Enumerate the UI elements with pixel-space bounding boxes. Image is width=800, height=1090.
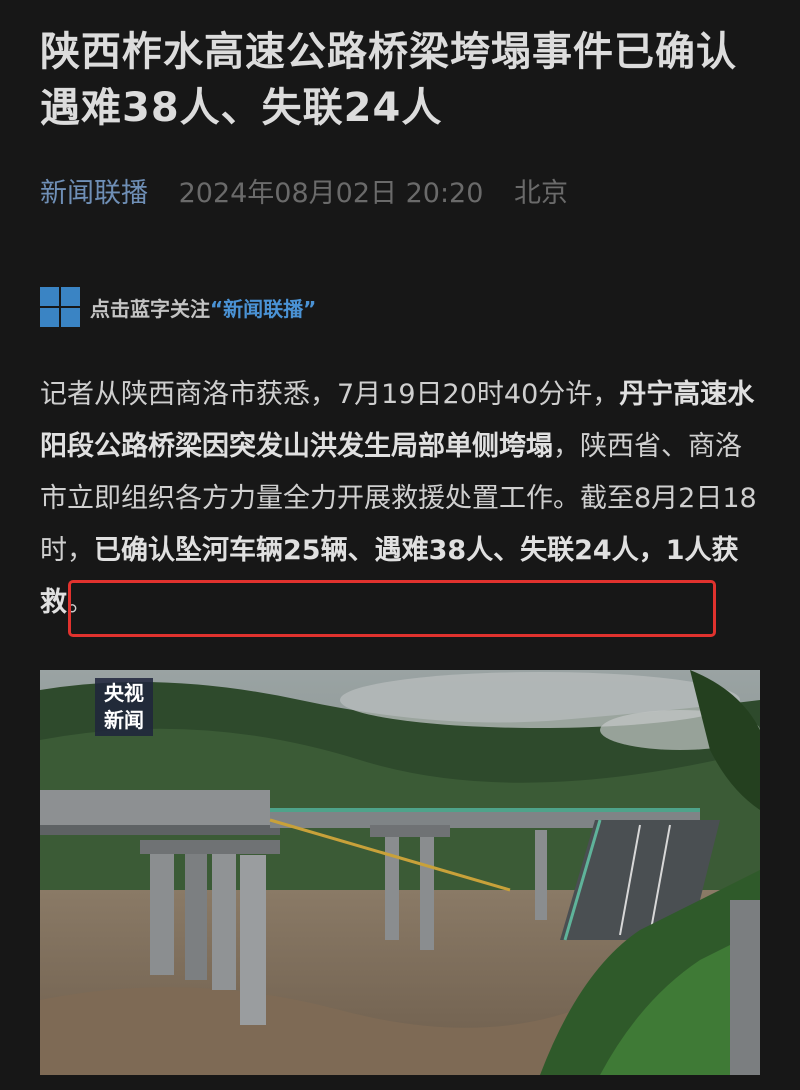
follow-bar[interactable]: 点击蓝字关注 “新闻联播” bbox=[40, 287, 316, 327]
body-text-1: 记者从陕西商洛市获悉，7月19日20时40分许， bbox=[40, 379, 620, 410]
follow-prefix: 点击蓝字关注 bbox=[90, 296, 210, 321]
publish-location: 北京 bbox=[514, 178, 569, 209]
news-photo[interactable]: 央视 新闻 bbox=[40, 670, 760, 1075]
cctv-news-badge: 央视 新闻 bbox=[95, 678, 153, 736]
publish-date: 2024年08月02日 20:20 bbox=[178, 178, 484, 209]
highlight-box bbox=[68, 580, 716, 637]
badge-line-1: 央视 bbox=[104, 681, 144, 705]
grid-logo-icon bbox=[40, 287, 80, 327]
article-title: 陕西柞水高速公路桥梁垮塌事件已确认遇难38人、失联24人 bbox=[40, 29, 737, 131]
badge-line-2: 新闻 bbox=[104, 708, 144, 732]
source-link[interactable]: 新闻联播 bbox=[40, 178, 148, 209]
article-meta: 新闻联播 2024年08月02日 20:20 北京 bbox=[40, 172, 568, 216]
follow-link[interactable]: “新闻联播” bbox=[210, 293, 316, 322]
